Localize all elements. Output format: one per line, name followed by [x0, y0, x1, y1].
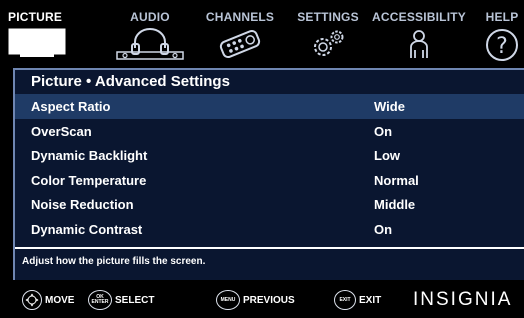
select-key-hint: OK ENTER SELECT	[88, 290, 154, 310]
tab-help-label: HELP	[485, 10, 519, 24]
setting-label: Color Temperature	[31, 172, 147, 188]
help-icon: ?	[486, 29, 518, 61]
setting-value: On	[374, 123, 393, 139]
dpad-icon	[22, 290, 42, 310]
setting-row-dynamic-contrast[interactable]: Dynamic Contrast On	[15, 217, 524, 242]
setting-label: OverScan	[31, 123, 92, 139]
previous-key-label: PREVIOUS	[243, 294, 295, 306]
person-icon	[410, 30, 428, 58]
exit-icon: EXIT	[334, 290, 356, 310]
menu-tab-bar: PICTURE AUDIO CHANNELS SETTINGS ACCESSIB…	[0, 0, 524, 68]
tab-audio[interactable]: AUDIO	[115, 0, 185, 68]
tab-channels-label: CHANNELS	[205, 10, 275, 24]
tv-icon	[8, 28, 66, 57]
tab-settings-label: SETTINGS	[297, 10, 359, 24]
headphones-icon	[116, 28, 184, 60]
panel-title: Picture • Advanced Settings	[31, 73, 230, 90]
setting-label: Aspect Ratio	[31, 99, 111, 114]
move-key-label: MOVE	[45, 294, 75, 306]
svg-text:?: ?	[496, 34, 508, 59]
advanced-settings-panel: Picture • Advanced Settings Aspect Ratio…	[13, 68, 524, 280]
menu-icon: MENU	[216, 290, 240, 310]
setting-label: Dynamic Contrast	[31, 221, 143, 237]
tab-picture[interactable]: PICTURE	[6, 0, 68, 68]
help-hint-text: Adjust how the picture fills the screen.	[22, 256, 206, 267]
setting-value: On	[374, 221, 393, 237]
setting-row-overscan[interactable]: OverScan On	[15, 119, 524, 144]
exit-key-label: EXIT	[359, 294, 382, 306]
brand-logo: INSIGNIA	[413, 289, 513, 310]
tab-settings[interactable]: SETTINGS	[296, 0, 360, 68]
remote-key-legend: MOVE OK ENTER SELECT MENU PREVIOUS EXIT …	[0, 282, 524, 318]
setting-row-noise-reduction[interactable]: Noise Reduction Middle	[15, 192, 524, 217]
previous-key-hint: MENU PREVIOUS	[216, 290, 295, 310]
setting-label: Noise Reduction	[31, 197, 134, 212]
setting-row-dynamic-backlight[interactable]: Dynamic Backlight Low	[15, 143, 524, 168]
tab-accessibility-label: ACCESSIBILITY	[372, 10, 466, 24]
setting-value: Normal	[374, 172, 419, 188]
tab-audio-label: AUDIO	[130, 10, 170, 24]
panel-divider	[15, 247, 524, 249]
setting-value: Middle	[374, 197, 416, 212]
tab-help[interactable]: HELP ?	[480, 0, 524, 68]
setting-value: Low	[374, 148, 400, 163]
exit-key-hint: EXIT EXIT	[334, 290, 381, 310]
select-key-label: SELECT	[115, 294, 155, 306]
setting-row-aspect-ratio[interactable]: Aspect Ratio Wide	[15, 94, 524, 119]
move-key-hint: MOVE	[22, 290, 74, 310]
setting-row-color-temperature[interactable]: Color Temperature Normal	[15, 168, 524, 193]
setting-value: Wide	[374, 99, 405, 114]
ok-enter-icon: OK ENTER	[88, 290, 112, 310]
remote-icon	[219, 29, 261, 59]
setting-label: Dynamic Backlight	[31, 148, 148, 163]
tab-accessibility[interactable]: ACCESSIBILITY	[368, 0, 470, 68]
tab-picture-label: PICTURE	[8, 10, 63, 24]
settings-list: Aspect Ratio Wide OverScan On Dynamic Ba…	[15, 94, 524, 241]
tab-channels[interactable]: CHANNELS	[201, 0, 279, 68]
gears-icon	[314, 30, 344, 56]
